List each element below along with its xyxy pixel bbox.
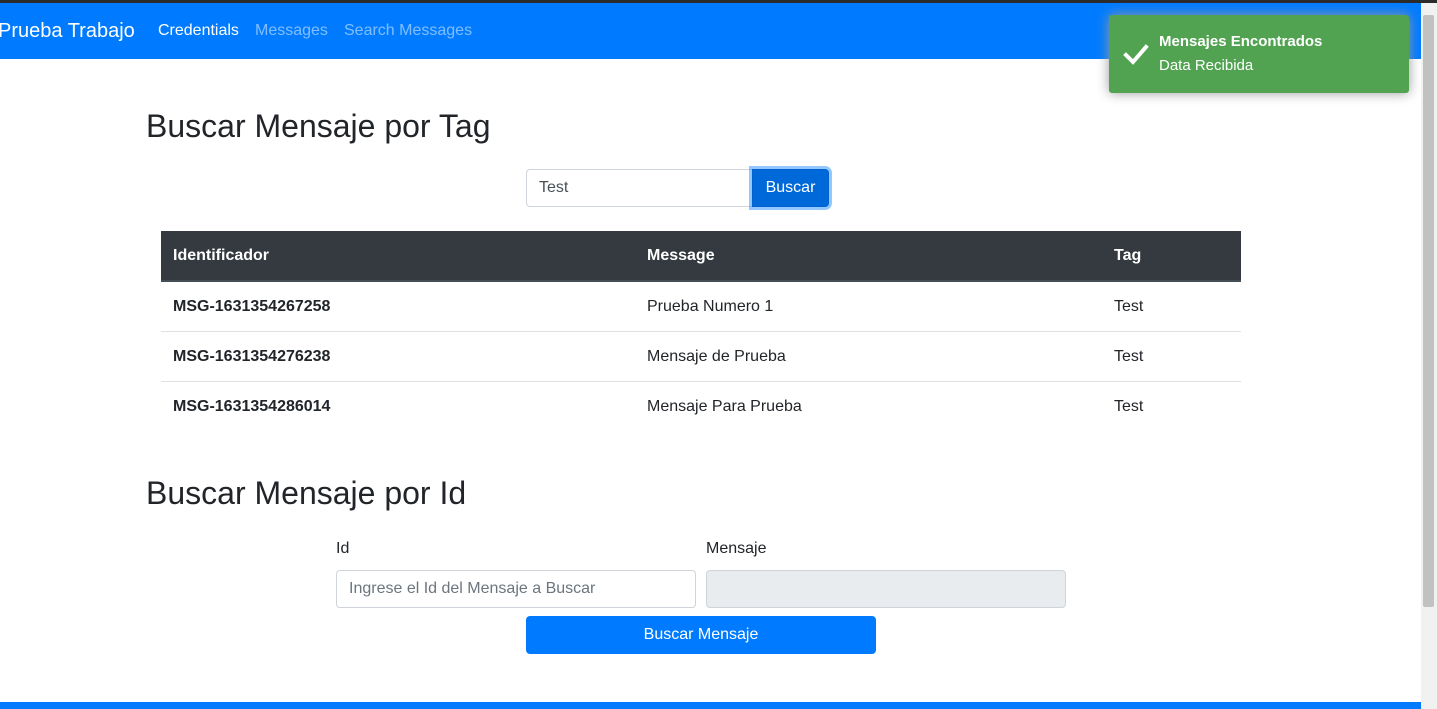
nav-link-credentials[interactable]: Credentials <box>158 22 239 40</box>
footer-bar <box>0 702 1421 709</box>
row-identificador: MSG-1631354276238 <box>161 331 635 382</box>
column-header-identificador: Identificador <box>161 231 635 282</box>
success-toast[interactable]: Mensajes Encontrados Data Recibida <box>1109 15 1409 93</box>
id-label: Id <box>336 540 350 557</box>
buscar-button[interactable]: Buscar <box>752 169 829 207</box>
row-tag: Test <box>1102 331 1241 382</box>
nav-link-messages[interactable]: Messages <box>255 22 328 40</box>
results-table: Identificador Message Tag MSG-1631354267… <box>161 231 1241 431</box>
row-identificador: MSG-1631354267258 <box>161 281 635 332</box>
navbar-brand[interactable]: Prueba Trabajo <box>0 20 135 43</box>
checkmark-icon <box>1123 44 1149 65</box>
scrollbar-thumb[interactable] <box>1423 15 1434 607</box>
nav-link-search-messages[interactable]: Search Messages <box>344 22 472 40</box>
row-identificador: MSG-1631354286014 <box>173 397 331 415</box>
mensaje-output-field <box>706 570 1066 608</box>
row-message: Mensaje Para Prueba <box>647 397 802 415</box>
vertical-scrollbar[interactable] <box>1421 3 1437 709</box>
toast-message: Data Recibida <box>1159 57 1254 74</box>
row-message: Mensaje de Prueba <box>635 331 1102 382</box>
row-tag: Test <box>1114 397 1144 415</box>
id-input[interactable] <box>336 570 696 608</box>
row-message: Prueba Numero 1 <box>635 281 1102 332</box>
tag-search-input[interactable] <box>526 169 752 207</box>
row-tag: Test <box>1102 281 1241 332</box>
id-search-heading: Buscar Mensaje por Id <box>146 475 467 511</box>
table-row: MSG-1631354276238 Mensaje de Prueba Test <box>161 331 1241 382</box>
toast-title: Mensajes Encontrados <box>1159 33 1323 50</box>
buscar-mensaje-button[interactable]: Buscar Mensaje <box>526 616 876 654</box>
table-row: MSG-1631354267258 Prueba Numero 1 Test <box>161 281 1241 332</box>
column-header-message: Message <box>635 231 1102 282</box>
table-header-row: Identificador Message Tag <box>161 231 1241 282</box>
mensaje-label: Mensaje <box>706 540 767 557</box>
table-row: MSG-1631354286014 Mensaje Para Prueba Te… <box>161 382 1241 432</box>
tag-search-heading: Buscar Mensaje por Tag <box>146 108 491 144</box>
column-header-tag: Tag <box>1102 231 1241 282</box>
